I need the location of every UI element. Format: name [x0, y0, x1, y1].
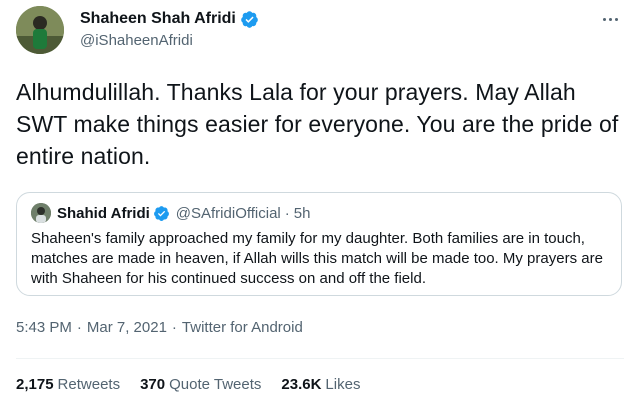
- tweet-time[interactable]: 5:43 PM: [16, 319, 72, 336]
- verified-badge-icon: [240, 10, 259, 29]
- divider: [16, 358, 624, 359]
- tweet-meta: 5:43 PM · Mar 7, 2021 · Twitter for Andr…: [16, 319, 303, 336]
- retweets-count: 2,175: [16, 376, 54, 393]
- tweet-header: Shaheen Shah Afridi @iShaheenAfridi: [16, 6, 624, 54]
- quote-tweets-label: Quote Tweets: [169, 376, 262, 393]
- tweet-card: Shaheen Shah Afridi @iShaheenAfridi Alhu…: [0, 0, 640, 402]
- quoted-tweet-time: 5h: [293, 204, 311, 222]
- quote-tweets-count: 370: [140, 376, 166, 393]
- meta-separator-2: ·: [171, 319, 177, 336]
- quote-tweets-stat[interactable]: 370 Quote Tweets: [140, 376, 261, 393]
- tweet-text: Alhumdulillah. Thanks Lala for your pray…: [16, 79, 619, 169]
- author-display-name[interactable]: Shaheen Shah Afridi: [80, 10, 236, 28]
- meta-separator: ·: [76, 319, 82, 336]
- quoted-tweet-header: Shahid Afridi @SAfridiOfficial · 5h: [31, 203, 310, 223]
- likes-label: Likes: [325, 376, 361, 393]
- quoted-verified-badge-icon: [153, 205, 170, 222]
- quoted-author-display-name: Shahid Afridi: [57, 204, 150, 222]
- author-handle[interactable]: @iShaheenAfridi: [80, 32, 259, 49]
- tweet-source[interactable]: Twitter for Android: [182, 319, 303, 336]
- author-avatar[interactable]: [16, 6, 64, 54]
- quoted-tweet-text: Shaheen's family approached my family fo…: [31, 230, 603, 287]
- more-options-icon[interactable]: [596, 8, 624, 30]
- quoted-author-handle: @SAfridiOfficial: [175, 204, 281, 222]
- tweet-date[interactable]: Mar 7, 2021: [87, 319, 167, 336]
- quoted-tweet[interactable]: Shahid Afridi @SAfridiOfficial · 5h Shah…: [16, 192, 622, 296]
- likes-stat[interactable]: 23.6K Likes: [281, 376, 360, 393]
- retweets-stat[interactable]: 2,175 Retweets: [16, 376, 120, 393]
- author-name-block[interactable]: Shaheen Shah Afridi @iShaheenAfridi: [80, 8, 259, 49]
- retweets-label: Retweets: [57, 376, 121, 393]
- tweet-stats: 2,175 Retweets 370 Quote Tweets 23.6K Li…: [16, 376, 380, 393]
- likes-count: 23.6K: [281, 376, 322, 393]
- quoted-separator: ·: [284, 204, 290, 222]
- quoted-author-avatar: [31, 203, 51, 223]
